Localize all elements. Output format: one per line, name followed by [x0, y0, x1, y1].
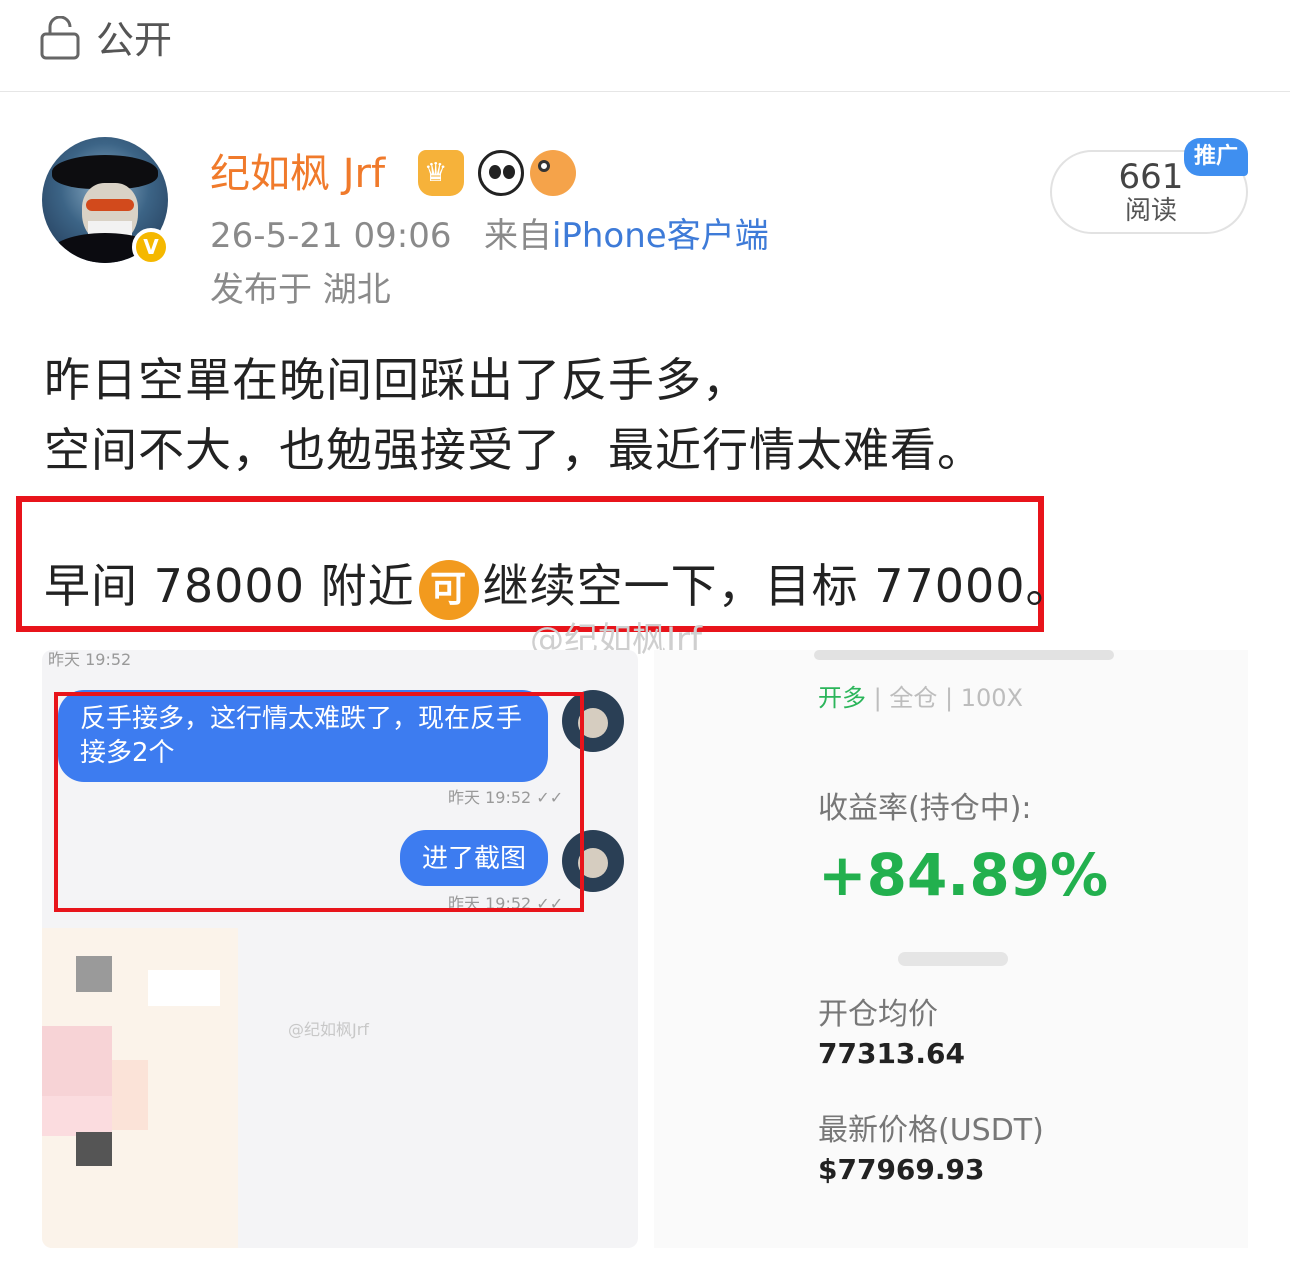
- source-prefix: 来自: [483, 216, 552, 256]
- chat-screenshot-image[interactable]: 昨天 19:52 反手接多，这行情太难跌了，现在反手接多2个 昨天 19:52 …: [42, 650, 638, 1248]
- pixel-block: [42, 1026, 112, 1096]
- pixel-block: [76, 1132, 112, 1166]
- blurred-text: [898, 952, 1008, 966]
- post-meta: 26-5-21 09:06 来自iPhone客户端: [210, 214, 769, 258]
- source-link[interactable]: iPhone客户端: [552, 216, 769, 256]
- chat-watermark: @纪如枫Jrf: [288, 1020, 369, 1039]
- pixel-block: [42, 1096, 112, 1136]
- visibility-label: 公开: [96, 18, 173, 62]
- last-price-value: $77969.93: [818, 1153, 985, 1186]
- reads-label: 阅读: [1124, 196, 1177, 226]
- avg-price-value: 77313.64: [818, 1037, 966, 1070]
- chat-highlight-box: [54, 692, 584, 912]
- post-text-line-2: 空间不大，也勉强接受了，最近行情太难看。: [44, 423, 984, 477]
- fish-badge-icon[interactable]: [530, 150, 576, 196]
- chat-top-timestamp: 昨天 19:52: [48, 650, 132, 669]
- pixel-block: [148, 970, 220, 1006]
- post-text-line-1: 昨日空單在晚间回踩出了反手多，: [44, 353, 749, 407]
- username[interactable]: 纪如枫 Jrf: [210, 148, 385, 200]
- verified-badge-icon: V: [132, 228, 170, 266]
- highlight-after: 继续空一下，目标 77000。: [482, 559, 1073, 613]
- highlight-before: 早间 78000 附近: [44, 559, 415, 613]
- post-time: 26-5-21 09:06: [210, 216, 452, 256]
- mode-open-long: 开多: [818, 684, 866, 712]
- post-location: 发布于 湖北: [210, 270, 391, 310]
- post-text-highlight: 早间 78000 附近可继续空一下，目标 77000。: [44, 556, 1073, 620]
- last-price-label: 最新价格(USDT): [818, 1113, 1044, 1148]
- visibility-bar[interactable]: 公开: [0, 0, 1290, 92]
- avg-price-label: 开仓均价: [818, 997, 938, 1032]
- crown-badge-icon[interactable]: ♛: [418, 150, 464, 196]
- panda-badge-icon[interactable]: [478, 150, 524, 196]
- mode-rest: | 全仓 | 100X: [873, 684, 1023, 712]
- pixel-block: [112, 1060, 148, 1130]
- position-mode: 开多 | 全仓 | 100X: [818, 678, 1023, 713]
- pixel-block: [76, 956, 112, 992]
- position-screenshot-image[interactable]: 开多 | 全仓 | 100X 收益率(持仓中): +84.89% 开仓均价 77…: [654, 650, 1248, 1248]
- unlock-icon: [40, 16, 80, 60]
- yield-value: +84.89%: [818, 841, 1109, 909]
- yield-label: 收益率(持仓中):: [818, 791, 1032, 826]
- blurred-header: [814, 650, 1114, 660]
- promo-badge[interactable]: 推广: [1184, 138, 1248, 176]
- ke-emoji-icon: 可: [418, 559, 479, 620]
